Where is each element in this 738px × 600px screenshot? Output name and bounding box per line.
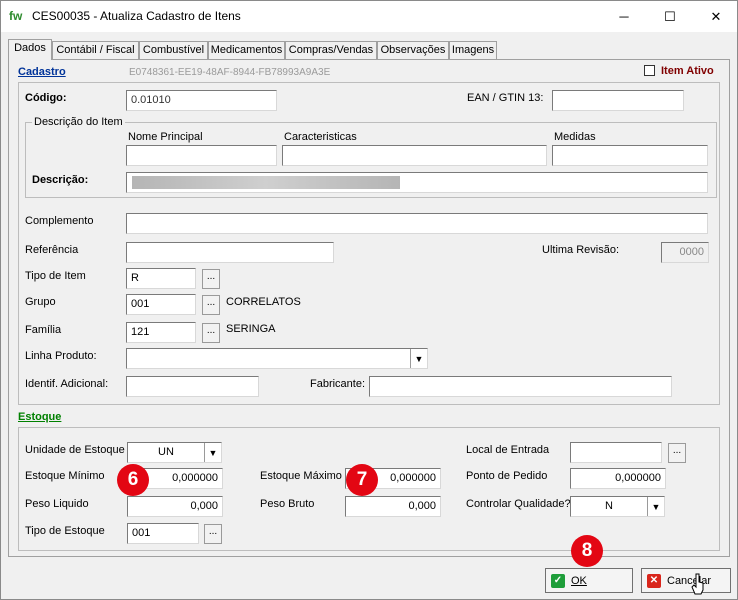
peso-liquido-label: Peso Liquido (25, 498, 89, 510)
peso-liquido-field[interactable]: 0,000 (127, 496, 223, 517)
medidas-field[interactable] (552, 145, 708, 166)
ok-button[interactable]: ✓ OK (545, 568, 633, 593)
codigo-label: Código: (25, 92, 67, 104)
maximize-icon: ☐ (664, 8, 676, 24)
codigo-field[interactable]: 0.01010 (126, 90, 277, 111)
tab-dados[interactable]: Dados (8, 39, 52, 60)
local-entrada-label: Local de Entrada (466, 444, 550, 456)
fabricante-label: Fabricante: (310, 378, 366, 390)
descricao-label: Descrição: (32, 174, 89, 186)
grupo-lookup-button[interactable]: ... (202, 295, 220, 315)
familia-label: Família (25, 324, 62, 336)
title-bar: fw CES00035 - Atualiza Cadastro de Itens… (1, 1, 737, 32)
chevron-down-icon: ▼ (204, 443, 221, 462)
close-button[interactable]: ✕ (693, 1, 738, 32)
item-guid: E0748361-EE19-48AF-8944-FB78993A9A3E (129, 67, 331, 78)
grupo-description: CORRELATOS (226, 296, 301, 308)
app-logo: fw (9, 9, 23, 23)
tab-observacoes[interactable]: Observações (377, 41, 449, 59)
linha-produto-select[interactable]: ▼ (126, 348, 428, 369)
referencia-label: Referência (25, 244, 79, 256)
item-ativo-label: Item Ativo (661, 65, 714, 77)
grupo-label: Grupo (25, 296, 56, 308)
chevron-down-icon: ▼ (647, 497, 664, 516)
app-window: fw CES00035 - Atualiza Cadastro de Itens… (0, 0, 738, 600)
minimize-button[interactable]: ─ (601, 1, 647, 32)
identif-adicional-label: Identif. Adicional: (25, 378, 109, 390)
maximize-button[interactable]: ☐ (647, 1, 693, 32)
controlar-qualidade-label: Controlar Qualidade? (466, 498, 571, 510)
tipo-item-field[interactable]: R (126, 268, 196, 289)
peso-bruto-label: Peso Bruto (260, 498, 315, 510)
tab-medicamentos[interactable]: Medicamentos (208, 41, 285, 59)
descricao-field[interactable] (126, 172, 708, 193)
mouse-cursor-icon (691, 573, 704, 595)
cancel-button[interactable]: ✕ Cancelar (641, 568, 731, 593)
identif-adicional-field[interactable] (126, 376, 259, 397)
ponto-pedido-label: Ponto de Pedido (466, 470, 548, 482)
controlar-qualidade-select[interactable]: N ▼ (570, 496, 665, 517)
caracteristicas-label: Caracteristicas (284, 131, 357, 143)
caracteristicas-field[interactable] (282, 145, 547, 166)
tipo-item-lookup-button[interactable]: ... (202, 269, 220, 289)
complemento-label: Complemento (25, 215, 94, 227)
step-badge-7: 7 (346, 464, 378, 496)
estoque-maximo-label: Estoque Máximo (260, 470, 342, 482)
tab-contabil-fiscal[interactable]: Contábil / Fiscal (52, 41, 139, 59)
peso-bruto-field[interactable]: 0,000 (345, 496, 441, 517)
item-ativo-checkbox[interactable] (644, 65, 655, 76)
unidade-estoque-select[interactable]: UN ▼ (127, 442, 222, 463)
cadastro-title: Cadastro (18, 66, 66, 78)
minimize-icon: ─ (619, 9, 629, 24)
ean-field[interactable] (552, 90, 684, 111)
ultima-revisao-field: 0000 (661, 242, 709, 263)
unidade-estoque-label: Unidade de Estoque (25, 444, 125, 456)
step-badge-6: 6 (117, 464, 149, 496)
tipo-item-label: Tipo de Item (25, 270, 86, 282)
step-badge-8: 8 (571, 535, 603, 567)
check-icon: ✓ (551, 573, 565, 588)
nome-principal-label: Nome Principal (128, 131, 203, 143)
window-title: CES00035 - Atualiza Cadastro de Itens (32, 9, 241, 23)
referencia-field[interactable] (126, 242, 334, 263)
ok-button-label: OK (571, 574, 587, 587)
controlar-qualidade-value: N (605, 500, 613, 512)
nome-principal-field[interactable] (126, 145, 277, 166)
estoque-title: Estoque (18, 411, 62, 423)
familia-field[interactable]: 121 (126, 322, 196, 343)
cancel-icon: ✕ (647, 573, 661, 588)
familia-description: SERINGA (226, 323, 276, 335)
descricao-redacted (132, 176, 400, 189)
ponto-pedido-field[interactable]: 0,000000 (570, 468, 666, 489)
tab-compras-vendas[interactable]: Compras/Vendas (285, 41, 377, 59)
estoque-minimo-label: Estoque Mínimo (25, 470, 105, 482)
tipo-estoque-field[interactable]: 001 (127, 523, 199, 544)
medidas-label: Medidas (554, 131, 596, 143)
tab-imagens[interactable]: Imagens (449, 41, 497, 59)
tab-combustivel[interactable]: Combustível (139, 41, 208, 59)
local-entrada-field[interactable] (570, 442, 662, 463)
chevron-down-icon: ▼ (410, 349, 427, 368)
linha-produto-label: Linha Produto: (25, 350, 97, 362)
fabricante-field[interactable] (369, 376, 672, 397)
descricao-group-label: Descrição do Item (32, 116, 125, 128)
local-entrada-lookup-button[interactable]: ... (668, 443, 686, 463)
close-icon: ✕ (710, 8, 722, 24)
ean-label: EAN / GTIN 13: (467, 92, 544, 104)
familia-lookup-button[interactable]: ... (202, 323, 220, 343)
tipo-estoque-label: Tipo de Estoque (25, 525, 105, 537)
unidade-estoque-value: UN (158, 446, 174, 458)
complemento-field[interactable] (126, 213, 708, 234)
tipo-estoque-lookup-button[interactable]: ... (204, 524, 222, 544)
grupo-field[interactable]: 001 (126, 294, 196, 315)
ultima-revisao-label: Ultima Revisão: (542, 244, 620, 256)
